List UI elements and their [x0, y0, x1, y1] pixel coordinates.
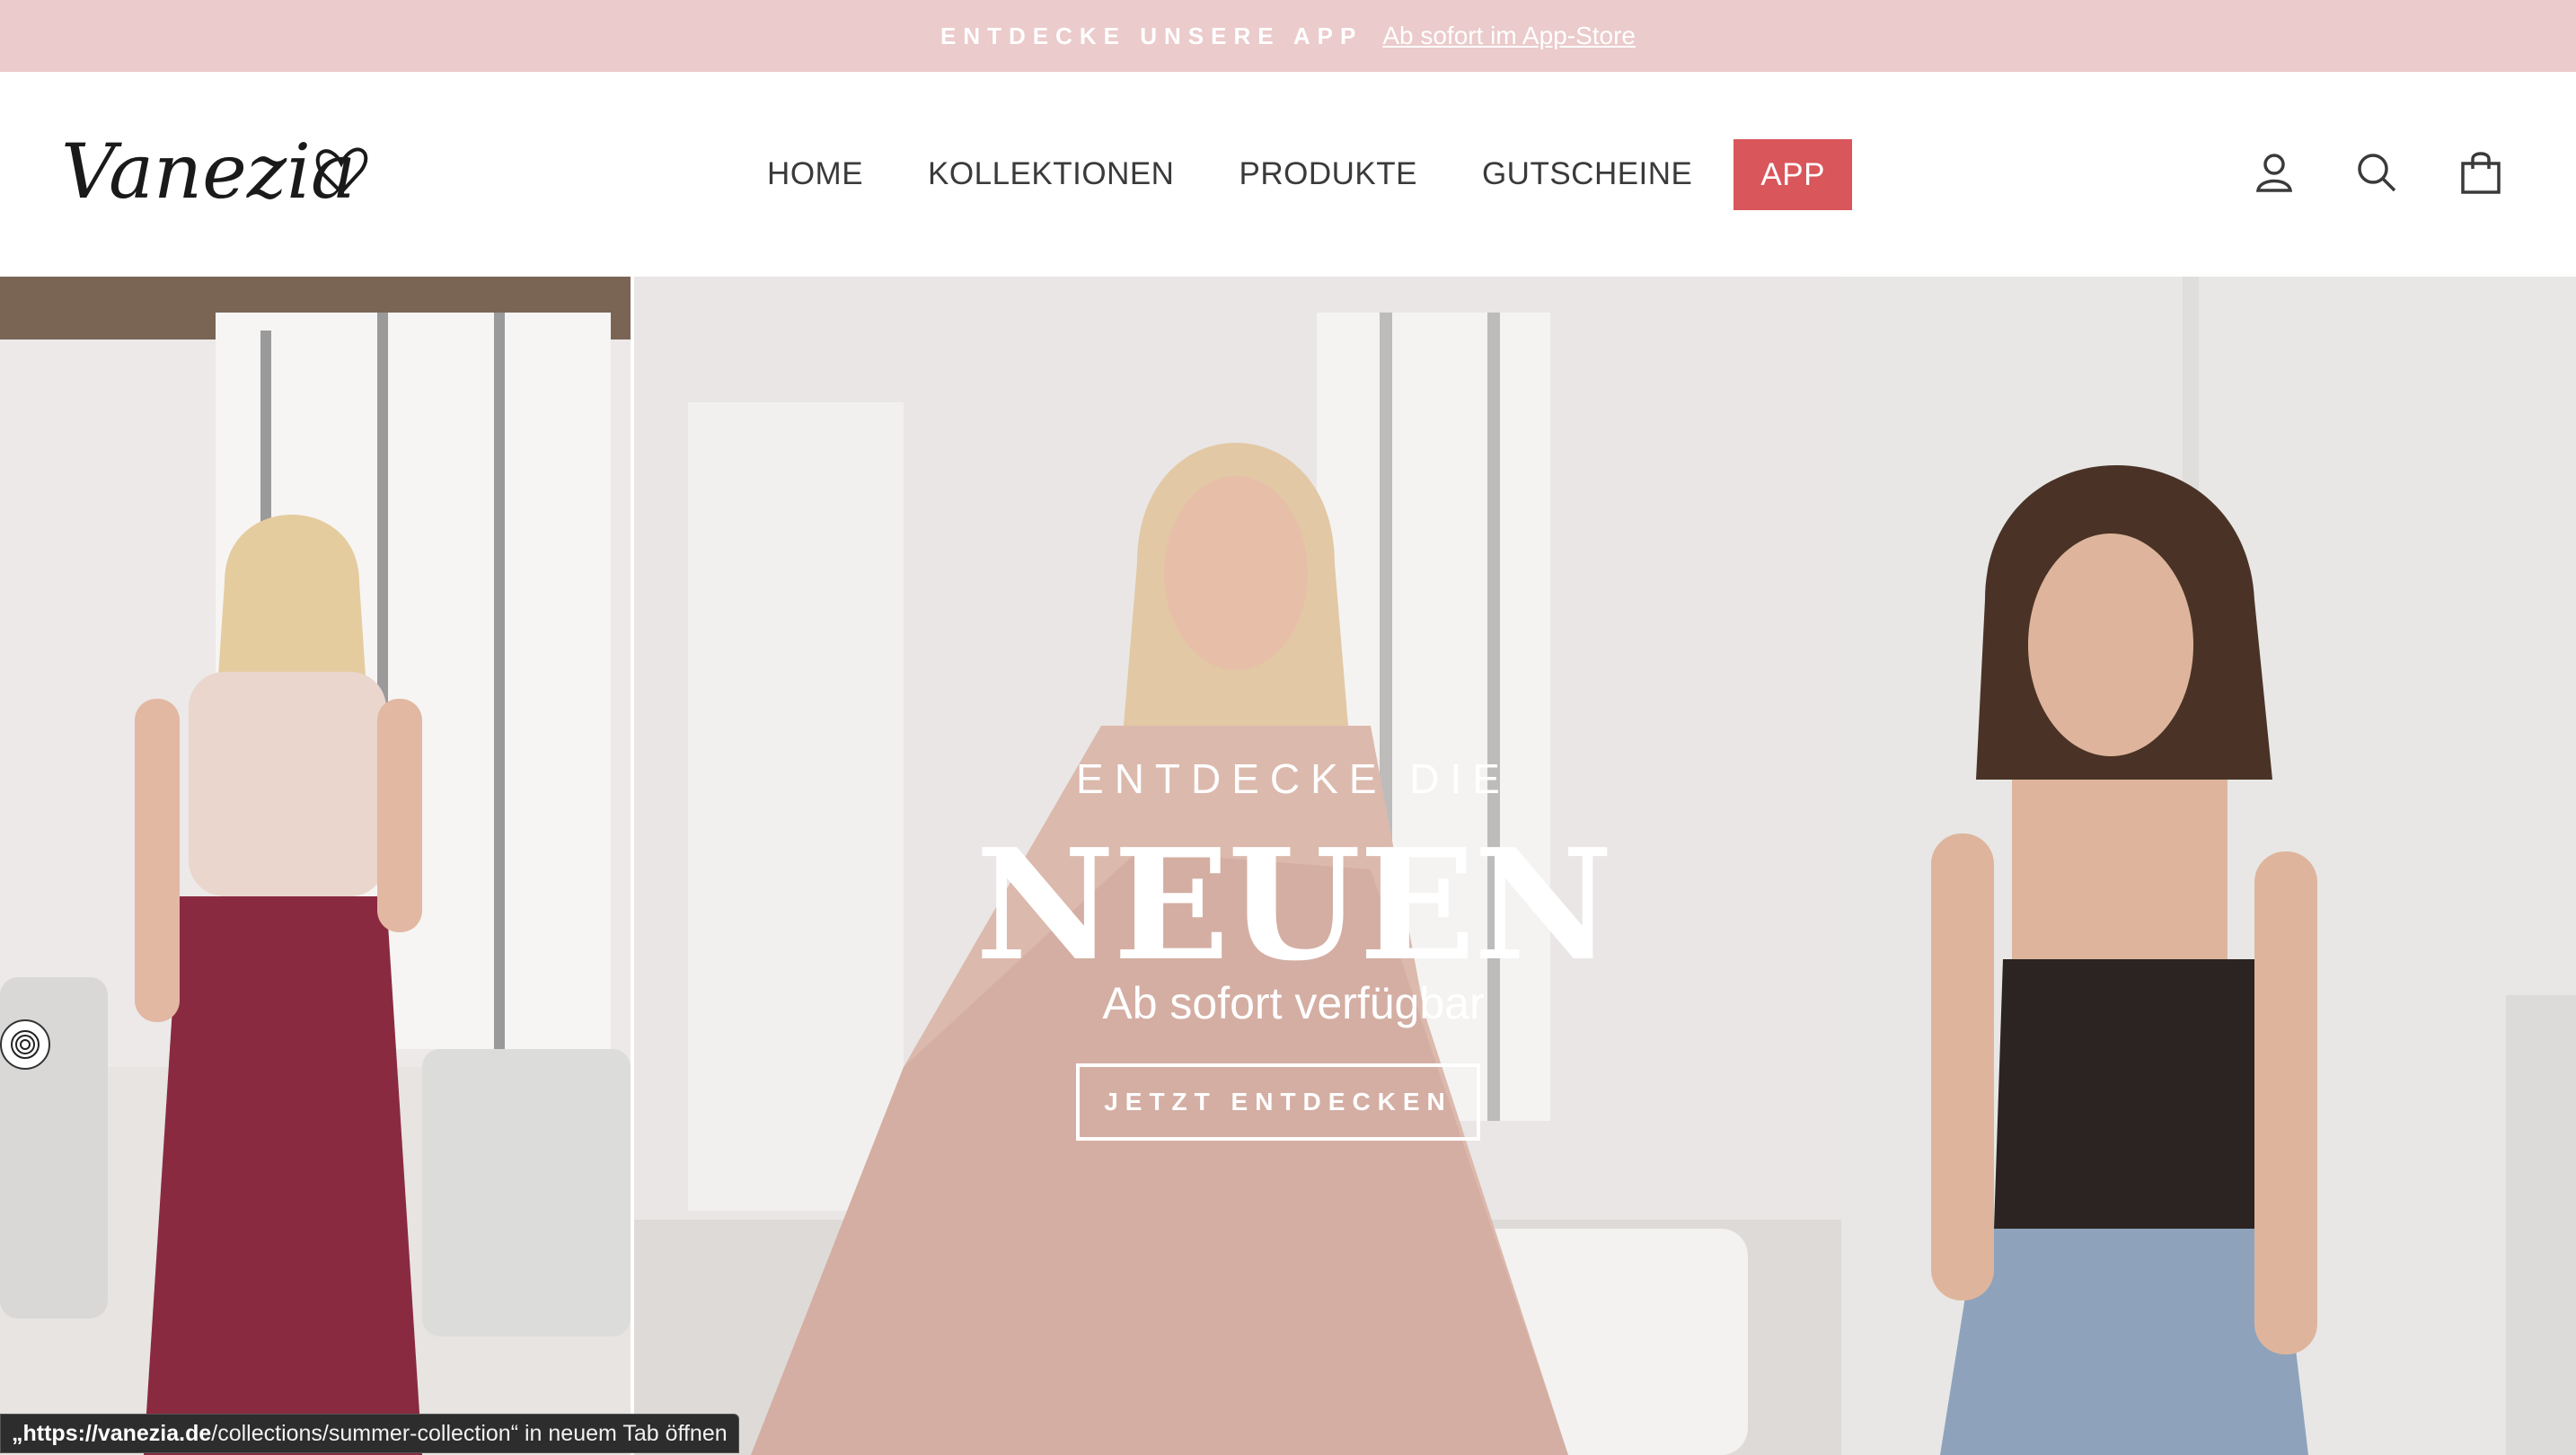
announcement-text: ENTDECKE UNSERE APP [940, 22, 1363, 49]
nav-produkte[interactable]: PRODUKTE [1206, 156, 1449, 192]
hero-cta-button[interactable]: JETZT ENTDECKEN [1076, 1063, 1480, 1141]
fingerprint-icon[interactable] [0, 1019, 50, 1070]
main-navigation: HOME KOLLEKTIONEN PRODUKTE GUTSCHEINE AP… [0, 72, 2576, 277]
nav-kollektionen[interactable]: KOLLEKTIONEN [895, 156, 1206, 192]
nav-home[interactable]: HOME [735, 156, 895, 192]
nav-app-button[interactable]: APP [1734, 138, 1852, 210]
status-url-path: /collections/summer-collection“ in neuem… [211, 1421, 728, 1446]
hero-image-right [1841, 277, 2576, 1455]
announcement-link[interactable]: Ab sofort im App-Store [1382, 22, 1636, 50]
hero-title: NEUEN [975, 816, 1613, 995]
nav-gutscheine[interactable]: GUTSCHEINE [1450, 156, 1725, 192]
search-icon[interactable] [2353, 149, 2400, 196]
link-preview-status: „https://vanezia.de/collections/summer-c… [0, 1414, 739, 1453]
status-url-host: „https://vanezia.de [12, 1421, 212, 1446]
site-header: Vanezia HOME KOLLEKTIONEN PRODUKTE GUTSC… [0, 72, 2576, 277]
cart-icon[interactable] [2457, 149, 2504, 196]
hero-kicker: ENTDECKE DIE [1076, 755, 1511, 802]
hero-subtitle: Ab sofort verfügbar [1102, 978, 1485, 1028]
account-icon[interactable] [2251, 149, 2298, 196]
hero-image-left [0, 277, 631, 1455]
announcement-bar: ENTDECKE UNSERE APP Ab sofort im App-Sto… [0, 0, 2576, 72]
hero-banner[interactable]: ENTDECKE DIE NEUEN Ab sofort verfügbar J… [0, 277, 2576, 1455]
